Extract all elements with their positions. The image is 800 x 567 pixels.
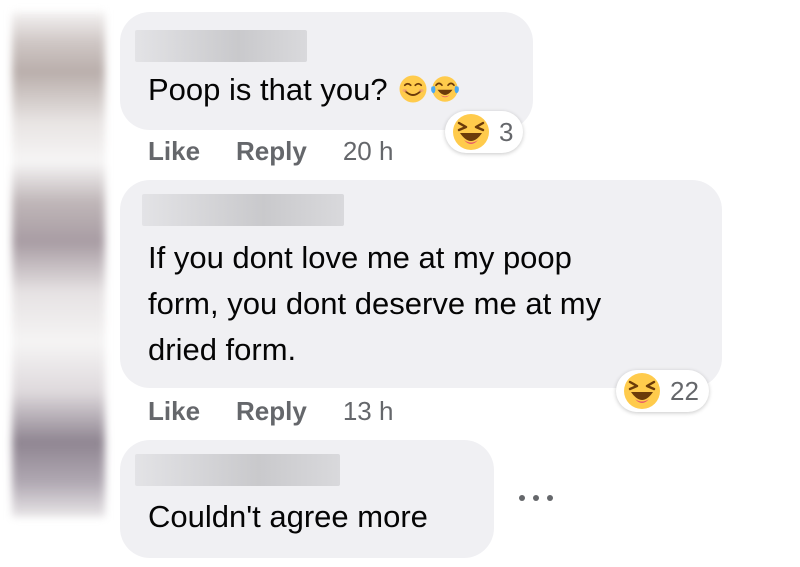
- blurred-avatars: [12, 12, 105, 517]
- redacted-author-name[interactable]: [135, 30, 307, 62]
- reaction-summary-2[interactable]: 22: [616, 370, 709, 412]
- comment-text: Poop is that you?: [148, 72, 388, 107]
- like-link[interactable]: Like: [148, 396, 200, 427]
- reaction-summary-1[interactable]: 3: [445, 111, 524, 153]
- like-link[interactable]: Like: [148, 136, 200, 167]
- comment-text: Couldn't agree more: [148, 499, 428, 534]
- laughing-face-icon: [624, 373, 660, 409]
- comment-actions-1: Like Reply 20 h: [148, 136, 393, 167]
- redacted-author-name[interactable]: [142, 194, 344, 226]
- timestamp[interactable]: 20 h: [343, 136, 394, 167]
- dot: [519, 495, 525, 501]
- dot: [533, 495, 539, 501]
- comment-bubble-3: Couldn't agree more: [120, 440, 494, 558]
- redacted-author-name[interactable]: [135, 454, 340, 486]
- timestamp[interactable]: 13 h: [343, 396, 394, 427]
- reaction-count: 3: [499, 116, 514, 147]
- comment-actions-2: Like Reply 13 h: [148, 396, 393, 427]
- smiling-face-icon: [399, 75, 427, 103]
- tears-of-joy-icon: [431, 76, 460, 102]
- comment-text: If you dont love me at my poop form, you…: [148, 240, 602, 367]
- reply-link[interactable]: Reply: [236, 136, 307, 167]
- more-options-icon[interactable]: [519, 490, 553, 506]
- reply-link[interactable]: Reply: [236, 396, 307, 427]
- laughing-face-icon: [453, 114, 489, 150]
- reaction-count: 22: [670, 375, 699, 406]
- dot: [547, 495, 553, 501]
- comment-bubble-2: If you dont love me at my poop form, you…: [120, 180, 722, 388]
